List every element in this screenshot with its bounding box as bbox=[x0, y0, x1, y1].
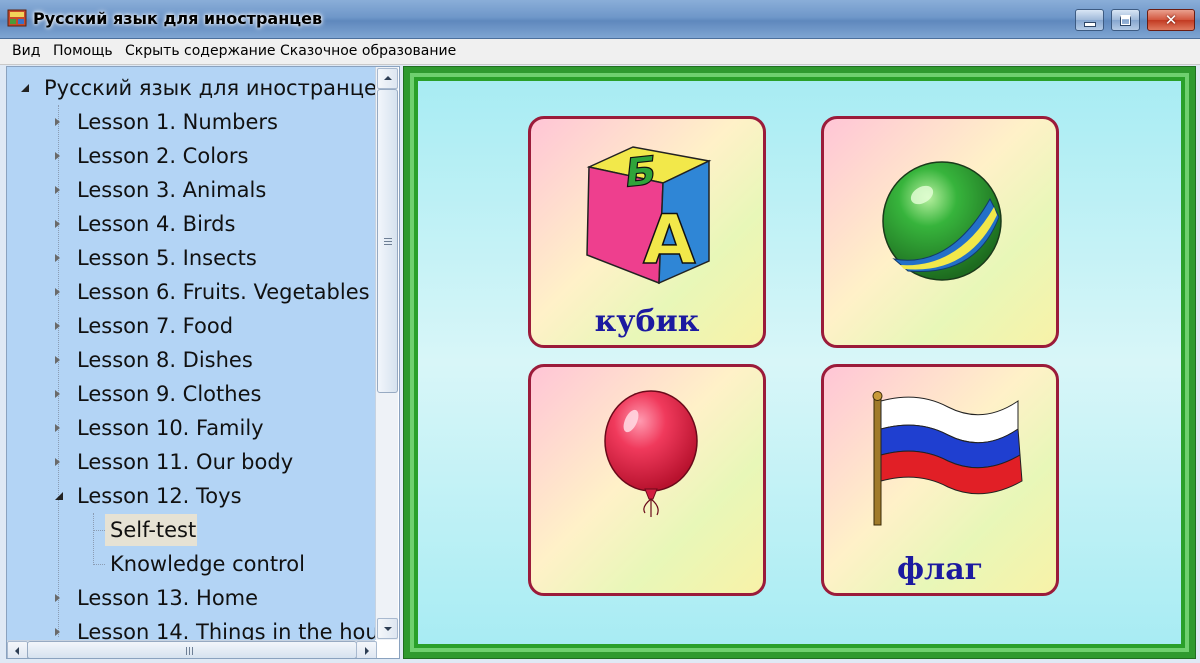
tree-item-label: Lesson 12. Toys bbox=[77, 484, 242, 508]
scroll-left-button[interactable] bbox=[7, 641, 28, 658]
tree-item-label: Knowledge control bbox=[110, 552, 305, 576]
tree-item-label: Lesson 9. Clothes bbox=[77, 382, 262, 406]
expand-closed-icon[interactable] bbox=[55, 356, 60, 364]
expand-closed-icon[interactable] bbox=[55, 458, 60, 466]
arrow-up-icon bbox=[384, 76, 392, 80]
horizontal-scrollbar[interactable] bbox=[7, 640, 377, 658]
alphabet-block-icon: Б А bbox=[586, 146, 712, 285]
tree-guide-h bbox=[93, 564, 105, 565]
menu-help[interactable]: Помощь bbox=[53, 43, 113, 59]
expand-closed-icon[interactable] bbox=[55, 424, 60, 432]
menu-view-label: Вид bbox=[12, 43, 41, 59]
card-ball[interactable] bbox=[821, 116, 1059, 348]
tree-item-label: Lesson 5. Insects bbox=[77, 246, 257, 270]
tree-item-knowledge-control[interactable]: Knowledge control bbox=[110, 547, 305, 581]
frame-border: Б А кубик флаг bbox=[410, 73, 1189, 652]
arrow-left-icon bbox=[15, 647, 19, 655]
tree-item-label: Lesson 10. Family bbox=[77, 416, 264, 440]
tree-item-label: Lesson 13. Home bbox=[77, 586, 259, 610]
expand-closed-icon[interactable] bbox=[55, 220, 60, 228]
scroll-right-button[interactable] bbox=[356, 641, 377, 658]
card-block[interactable]: Б А кубик bbox=[528, 116, 766, 348]
tree-item-label: Lesson 3. Animals bbox=[77, 178, 267, 202]
grip-icon bbox=[189, 647, 190, 655]
app-icon bbox=[7, 9, 27, 27]
tree-item-label: Lesson 2. Colors bbox=[77, 144, 249, 168]
lesson-canvas: Б А кубик флаг bbox=[418, 81, 1181, 644]
expand-closed-icon[interactable] bbox=[55, 628, 60, 636]
scroll-down-button[interactable] bbox=[377, 618, 398, 639]
expand-closed-icon[interactable] bbox=[55, 254, 60, 262]
scroll-up-button[interactable] bbox=[377, 68, 398, 89]
expand-closed-icon[interactable] bbox=[55, 288, 60, 296]
tree-item-label: Lesson 7. Food bbox=[77, 314, 234, 338]
expand-closed-icon[interactable] bbox=[55, 118, 60, 126]
menu-view[interactable]: Вид bbox=[12, 43, 40, 59]
tree-guide-line bbox=[58, 105, 59, 637]
expand-closed-icon[interactable] bbox=[55, 322, 60, 330]
vertical-scrollbar[interactable] bbox=[375, 67, 398, 640]
card-flag[interactable]: флаг bbox=[821, 364, 1059, 596]
horizontal-scroll-thumb[interactable] bbox=[27, 641, 357, 658]
tree-item-label: Lesson 11. Our body bbox=[77, 450, 294, 474]
tree-item-label: Lesson 1. Numbers bbox=[77, 110, 278, 134]
tree-background: Русский язык для иностранцев Lesson 1. N… bbox=[7, 67, 390, 644]
russian-flag-icon bbox=[872, 391, 1023, 526]
arrow-down-icon bbox=[384, 627, 392, 631]
maximize-icon bbox=[1120, 15, 1131, 26]
balloon-icon bbox=[604, 390, 698, 517]
card-word: кубик bbox=[594, 304, 700, 339]
grip-icon bbox=[384, 238, 392, 239]
tree-item-label: Lesson 6. Fruits. Vegetables bbox=[77, 280, 370, 304]
window-title: Русский язык для иностранцев bbox=[33, 9, 323, 28]
maximize-button[interactable] bbox=[1111, 9, 1140, 31]
card-balloon[interactable] bbox=[528, 364, 766, 596]
menu-hide-contents-label: Скрыть содержание bbox=[125, 43, 276, 59]
tree-guide-h bbox=[93, 530, 105, 531]
expand-closed-icon[interactable] bbox=[55, 186, 60, 194]
minimize-button[interactable] bbox=[1075, 9, 1104, 31]
expand-closed-icon[interactable] bbox=[55, 152, 60, 160]
tree-guide-line-child bbox=[93, 513, 94, 565]
expand-closed-icon[interactable] bbox=[55, 594, 60, 602]
grip-icon bbox=[384, 244, 392, 245]
contents-tree[interactable]: Русский язык для иностранцев Lesson 1. N… bbox=[6, 66, 400, 659]
tree-item-label: Self-test bbox=[110, 518, 197, 542]
ball-icon bbox=[882, 161, 1002, 281]
lesson-content-frame: Б А кубик флаг bbox=[403, 66, 1196, 659]
close-button[interactable]: ✕ bbox=[1147, 9, 1195, 31]
grip-icon bbox=[186, 647, 187, 655]
expand-open-icon[interactable] bbox=[21, 84, 29, 92]
tree-root-label: Русский язык для иностранцев bbox=[44, 76, 390, 100]
minimize-icon bbox=[1084, 22, 1096, 27]
block-letter-front: А bbox=[643, 201, 696, 280]
expand-open-icon[interactable] bbox=[55, 492, 63, 500]
grip-icon bbox=[384, 241, 392, 242]
menu-help-label: Помощь bbox=[53, 43, 113, 59]
close-icon: ✕ bbox=[1164, 11, 1178, 29]
arrow-right-icon bbox=[365, 647, 369, 655]
expand-closed-icon[interactable] bbox=[55, 390, 60, 398]
block-letter-top: Б bbox=[623, 146, 659, 196]
menu-fairy-education[interactable]: Сказочное образование bbox=[280, 43, 456, 59]
menu-fairy-education-label: Сказочное образование bbox=[280, 43, 457, 59]
card-word: флаг bbox=[896, 552, 984, 587]
frame-border-inner: Б А кубик флаг bbox=[414, 77, 1185, 648]
grip-icon bbox=[192, 647, 193, 655]
title-bar: Русский язык для иностранцев ✕ bbox=[0, 0, 1200, 39]
tree-item-self-test[interactable]: Self-test bbox=[110, 513, 196, 547]
tree-item-label: Lesson 8. Dishes bbox=[77, 348, 253, 372]
menu-hide-contents[interactable]: Скрыть содержание bbox=[125, 43, 276, 59]
tree-item-label: Lesson 4. Birds bbox=[77, 212, 236, 236]
vertical-scroll-thumb[interactable] bbox=[377, 89, 398, 393]
menu-bar: Вид Помощь Скрыть содержание Сказочное о… bbox=[0, 39, 1200, 65]
